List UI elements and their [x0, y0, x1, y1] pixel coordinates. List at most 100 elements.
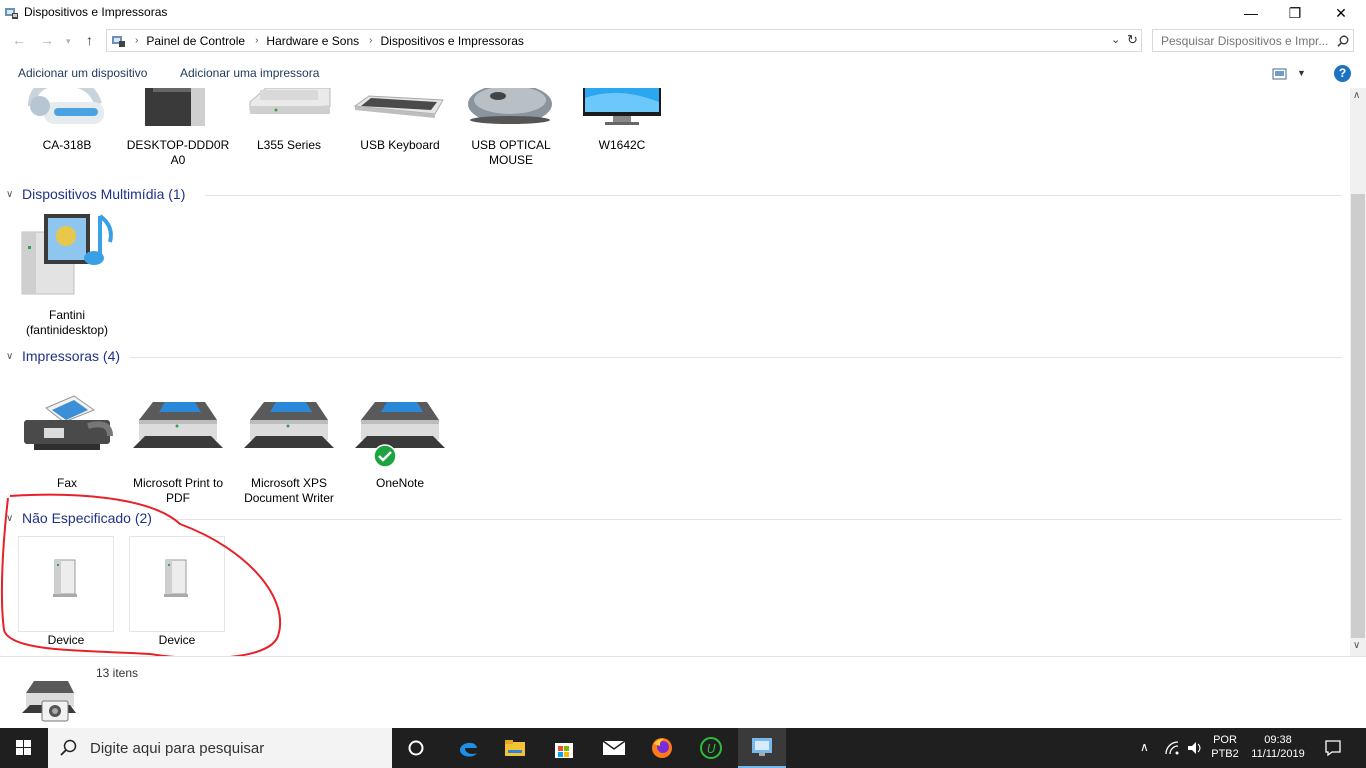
device-label: DESKTOP-DDD0R A0 [126, 138, 230, 167]
scrollbar-thumb[interactable] [1351, 194, 1365, 638]
device-item[interactable]: L355 Series [236, 88, 342, 153]
breadcrumb-separator-icon: › [369, 35, 373, 46]
breadcrumb-devices-printers[interactable]: Dispositivos e Impressoras [380, 34, 523, 48]
computer-tower-icon [145, 88, 205, 126]
recent-chevron-icon[interactable]: ▾ [66, 36, 71, 47]
up-arrow-icon[interactable]: ↑ [86, 32, 93, 48]
device-label: OneNote [375, 476, 425, 490]
chevron-down-icon[interactable]: ∨ [6, 351, 16, 362]
device-item[interactable]: Microsoft XPS Document Writer [236, 390, 342, 506]
close-button[interactable]: ✕ [1318, 0, 1364, 26]
generic-device-icon [53, 559, 77, 597]
device-label: Fax [56, 476, 77, 490]
taskbar-search-placeholder: Digite aqui para pesquisar [90, 739, 265, 757]
taskbar-search[interactable]: Digite aqui para pesquisar [48, 728, 392, 768]
maximize-button[interactable]: ❐ [1272, 0, 1318, 26]
item-count: 13 itens [96, 666, 139, 680]
breadcrumb-control-panel[interactable]: Painel de Controle [146, 34, 245, 48]
view-dropdown-icon[interactable]: ▼ [1297, 68, 1306, 78]
green-u-app-icon[interactable]: U [699, 736, 723, 760]
device-item[interactable]: CA-318B [14, 88, 120, 153]
help-button[interactable]: ? [1334, 65, 1351, 82]
input-language-indicator[interactable]: POR PTB2 [1208, 733, 1242, 761]
group-title: Impressoras (4) [22, 348, 121, 364]
device-label: Device [158, 633, 196, 647]
add-device-button[interactable]: Adicionar um dispositivo [18, 66, 147, 80]
group-multimedia-header[interactable]: ∨ Dispositivos Multimídia (1) [0, 186, 185, 202]
device-item[interactable]: USB Keyboard [347, 88, 453, 153]
search-input[interactable] [1161, 33, 1331, 48]
device-item[interactable]: USB OPTICAL MOUSE [458, 88, 564, 168]
chevron-down-icon[interactable]: ∨ [6, 513, 16, 524]
minimize-button[interactable]: — [1228, 0, 1274, 26]
address-dropdown-icon[interactable]: ⌄ [1111, 33, 1120, 46]
printer-icon [133, 402, 223, 448]
device-item[interactable]: Fax [14, 390, 120, 491]
forward-arrow-icon[interactable]: → [40, 32, 54, 48]
device-item[interactable]: W1642C [569, 88, 675, 153]
group-title: Não Especificado (2) [22, 510, 152, 526]
firefox-icon[interactable] [650, 736, 674, 760]
refresh-icon[interactable]: ↻ [1127, 32, 1138, 48]
search-icon[interactable] [1337, 35, 1349, 47]
breadcrumb-hardware-sound[interactable]: Hardware e Sons [266, 34, 359, 48]
group-unspecified-header[interactable]: ∨ Não Especificado (2) [0, 510, 152, 526]
group-title: Dispositivos Multimídia (1) [22, 186, 186, 202]
group-divider [130, 357, 1342, 358]
device-item[interactable]: DESKTOP-DDD0R A0 [125, 88, 231, 168]
keyboard-layout: PTB2 [1211, 748, 1239, 760]
device-item[interactable]: Fantini (fantinidesktop) [14, 210, 120, 338]
monitor-icon [583, 88, 661, 125]
device-item[interactable]: Device [129, 536, 225, 647]
show-hidden-icons-icon[interactable]: ∧ [1140, 740, 1149, 754]
mail-icon[interactable] [602, 736, 626, 760]
volume-icon[interactable] [1186, 740, 1204, 756]
control-panel-icon [112, 35, 125, 47]
search-box[interactable] [1152, 29, 1354, 52]
breadcrumb-separator-icon: › [255, 35, 259, 46]
group-divider [166, 519, 1342, 520]
search-icon [60, 739, 77, 756]
scanner-icon [249, 88, 331, 114]
clock[interactable]: 09:38 11/11/2019 [1246, 733, 1310, 761]
file-explorer-icon[interactable] [503, 736, 527, 760]
add-printer-button[interactable]: Adicionar uma impressora [180, 66, 319, 80]
group-divider [205, 195, 1342, 196]
device-label: USB OPTICAL MOUSE [471, 138, 551, 167]
back-arrow-icon[interactable]: ← [12, 32, 26, 48]
scroll-up-icon[interactable]: ∧ [1353, 90, 1360, 101]
mouse-icon [468, 88, 552, 124]
task-view-icon[interactable] [404, 736, 428, 760]
details-pane: 13 itens [0, 656, 1366, 728]
device-item[interactable]: OneNote [347, 390, 453, 491]
device-label: CA-318B [42, 138, 92, 152]
language-code: POR [1213, 734, 1237, 746]
control-panel-icon [752, 738, 772, 756]
notifications-icon[interactable] [1324, 739, 1342, 757]
store-icon[interactable] [552, 736, 576, 760]
view-options-icon[interactable] [1272, 68, 1288, 80]
address-row: ← → ▾ ↑ › Painel de Controle › Hardware … [0, 26, 1366, 56]
device-item[interactable]: Microsoft Print to PDF [125, 390, 231, 506]
devices-view: CA-318B DESKTOP-DDD0R A0 L355 Series USB… [0, 88, 1350, 656]
windows-start-icon[interactable] [16, 740, 32, 756]
devices-printers-icon [5, 8, 18, 19]
title-bar: Dispositivos e Impressoras — ❐ ✕ [0, 0, 1366, 26]
network-icon[interactable] [1164, 740, 1180, 756]
device-label: Fantini (fantinidesktop) [25, 308, 109, 337]
chevron-down-icon[interactable]: ∨ [6, 189, 16, 200]
default-check-icon [373, 444, 397, 468]
clock-date: 11/11/2019 [1251, 748, 1305, 760]
control-panel-taskbar-button[interactable] [738, 728, 786, 768]
svg-text:U: U [707, 742, 716, 756]
device-label: W1642C [598, 138, 646, 152]
device-label: Microsoft XPS Document Writer [244, 476, 334, 505]
group-printers-header[interactable]: ∨ Impressoras (4) [0, 348, 120, 364]
window-title: Dispositivos e Impressoras [24, 5, 168, 19]
address-bar[interactable]: › Painel de Controle › Hardware e Sons ›… [106, 29, 1142, 52]
edge-browser-icon[interactable] [456, 736, 480, 760]
device-item[interactable]: Device [18, 536, 114, 647]
clock-time: 09:38 [1264, 734, 1292, 746]
scroll-down-icon[interactable]: ∨ [1353, 640, 1360, 651]
media-server-icon [21, 214, 113, 295]
